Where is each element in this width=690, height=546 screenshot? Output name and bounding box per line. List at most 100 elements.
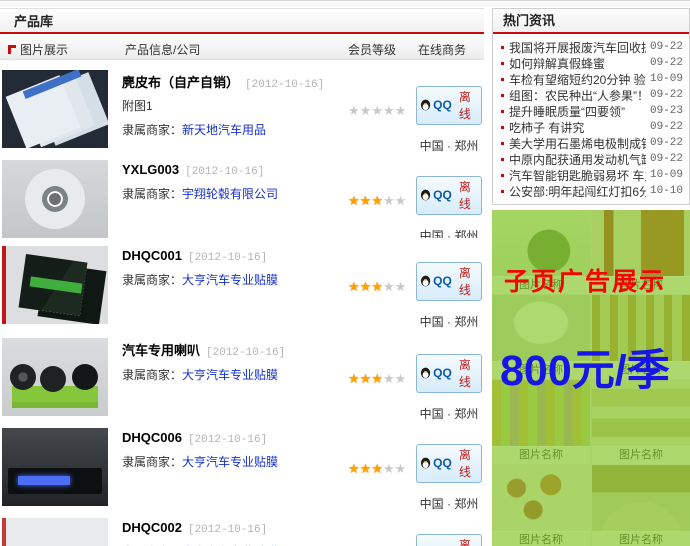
news-text[interactable]: 汽车智能钥匙脆弱易坏 车主需	[509, 167, 646, 184]
bullet-icon	[501, 62, 504, 65]
vendor-label: 隶属商家：	[122, 368, 182, 382]
ad-thumb-caption: 图片名称	[492, 532, 590, 546]
member-level-stars: ★★★★★	[348, 102, 406, 120]
news-item[interactable]: 如何辩解真假蜂蜜09-22	[501, 55, 683, 71]
qq-status-button[interactable]: QQ离线	[416, 444, 482, 483]
product-info: DHQC001[2012-10-16] 隶属商家：大亨汽车专业贴膜	[122, 248, 342, 288]
top-strip	[0, 0, 690, 7]
product-title[interactable]: 汽车专用喇叭 [2012-10-16]	[122, 340, 342, 359]
product-library-panel: 产品库 图片展示 产品信息/公司 会员等级 在线商务 麂皮布（自产自销）[201…	[0, 8, 484, 546]
star-icon: ★	[371, 193, 383, 208]
product-image[interactable]	[2, 338, 108, 416]
news-text[interactable]: 我国将开展报废汽车回收拆解	[509, 39, 646, 56]
ad-thumb-image	[492, 465, 590, 531]
bullet-icon	[501, 94, 504, 97]
column-image-label: 图片展示	[20, 41, 68, 58]
vendor-link[interactable]: 大亨汽车专业贴膜	[182, 455, 278, 469]
star-icon: ★	[371, 103, 383, 118]
qq-label: QQ	[433, 98, 452, 112]
ad-thumb[interactable]: 图片名称	[492, 465, 590, 546]
news-item[interactable]: 提升睡眠质量“四要领” 09-23	[501, 103, 683, 119]
product-location: 中国 · 郑州	[416, 313, 482, 330]
hot-news-box: 热门资讯 我国将开展报废汽车回收拆解09-22 如何辩解真假蜂蜜09-22 车检…	[492, 8, 690, 205]
column-image: 图片展示	[8, 41, 68, 58]
star-icon: ★	[383, 461, 395, 476]
online-business-cell: QQ离线 中国 · 郑州	[416, 534, 482, 546]
news-item[interactable]: 中原内配获通用发动机气缸套09-22	[501, 151, 683, 167]
product-name[interactable]: YXLG003	[122, 162, 179, 177]
product-image[interactable]	[2, 428, 108, 506]
news-date: 09-23	[650, 105, 683, 117]
star-icon: ★	[360, 371, 372, 386]
online-business-cell: QQ离线 中国 · 郑州	[416, 86, 482, 154]
product-image[interactable]	[2, 70, 108, 148]
qq-status-button[interactable]: QQ离线	[416, 86, 482, 125]
product-image[interactable]	[2, 518, 108, 546]
product-date: [2012-10-16]	[206, 347, 285, 359]
column-info: 产品信息/公司	[125, 41, 200, 58]
vendor-label: 隶属商家：	[122, 187, 182, 201]
news-date: 09-22	[650, 89, 683, 101]
product-info: DHQC002[2012-10-16] 隶属商家：大亨汽车专业贴膜	[122, 520, 342, 546]
star-icon: ★	[383, 279, 395, 294]
qq-status: 离线	[454, 536, 476, 546]
bullet-icon	[501, 46, 504, 49]
news-date: 10-09	[650, 169, 683, 181]
product-title[interactable]: DHQC001[2012-10-16]	[122, 248, 342, 264]
product-name[interactable]: 汽车专用喇叭	[122, 343, 200, 358]
product-title[interactable]: DHQC002[2012-10-16]	[122, 520, 342, 536]
news-item[interactable]: 车检有望缩短约20分钟 验车将10-09	[501, 71, 683, 87]
news-item[interactable]: 组图：农民种出“人参果”！ 09-22	[501, 87, 683, 103]
ad-overlay-title: 子页广告展示	[504, 262, 666, 298]
news-item[interactable]: 我国将开展报废汽车回收拆解 09-22	[501, 39, 683, 55]
vendor-link[interactable]: 大亨汽车专业贴膜	[182, 368, 278, 382]
news-item[interactable]: 汽车智能钥匙脆弱易坏 车主需 10-09	[501, 167, 683, 183]
news-item[interactable]: 公安部:明年起闯红灯扣6分 挡10-10	[501, 183, 683, 199]
vendor-label: 隶属商家：	[122, 455, 182, 469]
qq-status-button[interactable]: QQ离线	[416, 534, 482, 546]
news-item[interactable]: 吃柿子 有讲究09-22	[501, 119, 683, 135]
qq-status-button[interactable]: QQ离线	[416, 262, 482, 301]
product-name[interactable]: DHQC002	[122, 520, 182, 535]
news-text[interactable]: 车检有望缩短约20分钟 验车将	[509, 71, 646, 88]
online-business-cell: QQ离线 中国 · 郑州	[416, 176, 482, 244]
table-row: DHQC006[2012-10-16] 隶属商家：大亨汽车专业贴膜 ★★★★★ …	[0, 420, 484, 510]
product-library-title: 产品库	[0, 8, 484, 34]
qq-status-button[interactable]: QQ离线	[416, 354, 482, 393]
star-icon: ★	[395, 279, 407, 294]
news-text[interactable]: 公安部:明年起闯红灯扣6分 挡	[509, 183, 646, 200]
product-title[interactable]: DHQC006[2012-10-16]	[122, 430, 342, 446]
news-text[interactable]: 组图：农民种出“人参果”！	[509, 87, 646, 104]
vendor-line: 隶属商家：新天地汽车用品	[122, 121, 342, 138]
product-image[interactable]	[2, 160, 108, 238]
news-item[interactable]: 美大学用石墨烯电极制成锂电09-22	[501, 135, 683, 151]
product-image[interactable]	[2, 246, 108, 324]
news-date: 09-22	[650, 41, 683, 53]
news-text[interactable]: 提升睡眠质量“四要领”	[509, 103, 646, 120]
bullet-icon	[501, 158, 504, 161]
vendor-line: 隶属商家：大亨汽车专业贴膜	[122, 366, 342, 383]
member-level-stars: ★★★★★	[348, 460, 406, 478]
online-business-cell: QQ离线 中国 · 郑州	[416, 354, 482, 422]
product-title[interactable]: YXLG003[2012-10-16]	[122, 162, 342, 178]
vendor-link[interactable]: 宇翔轮毂有限公司	[182, 187, 278, 201]
qq-penguin-icon	[420, 367, 431, 380]
ad-thumb[interactable]: 图片名称	[592, 465, 690, 546]
star-icon: ★	[360, 103, 372, 118]
star-icon: ★	[348, 371, 360, 386]
news-text[interactable]: 如何辩解真假蜂蜜	[509, 55, 646, 72]
product-title[interactable]: 麂皮布（自产自销） [2012-10-16]	[122, 72, 342, 91]
vendor-link[interactable]: 新天地汽车用品	[182, 123, 266, 137]
qq-status-button[interactable]: QQ离线	[416, 176, 482, 215]
news-text[interactable]: 美大学用石墨烯电极制成锂电	[509, 135, 646, 152]
news-text[interactable]: 吃柿子 有讲究	[509, 119, 646, 136]
news-text[interactable]: 中原内配获通用发动机气缸套	[509, 151, 646, 168]
product-date: [2012-10-16]	[245, 79, 324, 91]
star-icon: ★	[395, 371, 407, 386]
product-name[interactable]: 麂皮布（自产自销）	[122, 75, 239, 90]
image-art	[10, 364, 36, 390]
image-art	[18, 476, 70, 485]
vendor-link[interactable]: 大亨汽车专业贴膜	[182, 273, 278, 287]
product-name[interactable]: DHQC006	[122, 430, 182, 445]
product-name[interactable]: DHQC001	[122, 248, 182, 263]
